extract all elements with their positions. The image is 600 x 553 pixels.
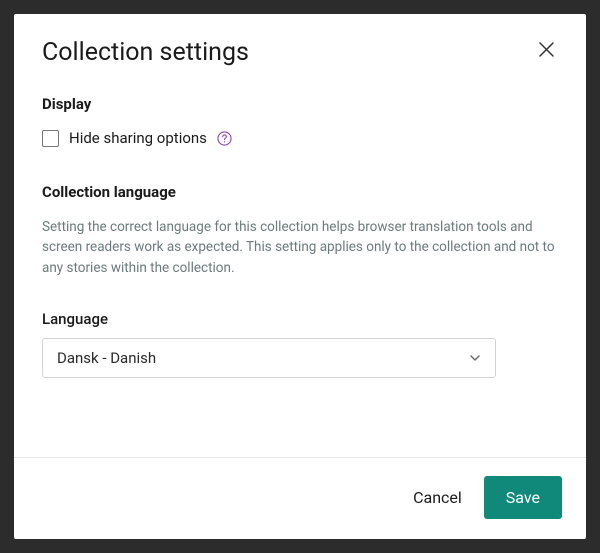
hide-sharing-checkbox[interactable] (42, 130, 59, 147)
collection-language-description: Setting the correct language for this co… (42, 217, 558, 278)
hide-sharing-row: Hide sharing options (42, 129, 558, 147)
settings-modal: Collection settings Display Hide sharing… (14, 14, 586, 539)
modal-footer: Cancel Save (14, 457, 586, 539)
language-selected-value: Dansk - Danish (57, 349, 156, 367)
chevron-down-icon (469, 352, 481, 364)
modal-title: Collection settings (42, 38, 249, 67)
collection-language-heading: Collection language (42, 183, 558, 201)
language-field-label: Language (42, 310, 558, 328)
close-button[interactable] (535, 38, 558, 64)
hide-sharing-label: Hide sharing options (69, 129, 207, 147)
close-icon (539, 42, 554, 60)
modal-header: Collection settings (42, 38, 558, 67)
cancel-button[interactable]: Cancel (413, 488, 462, 507)
display-heading: Display (42, 95, 558, 113)
save-button[interactable]: Save (484, 476, 562, 519)
language-select[interactable]: Dansk - Danish (42, 338, 496, 378)
modal-content: Collection settings Display Hide sharing… (14, 14, 586, 457)
help-icon[interactable] (217, 131, 232, 146)
